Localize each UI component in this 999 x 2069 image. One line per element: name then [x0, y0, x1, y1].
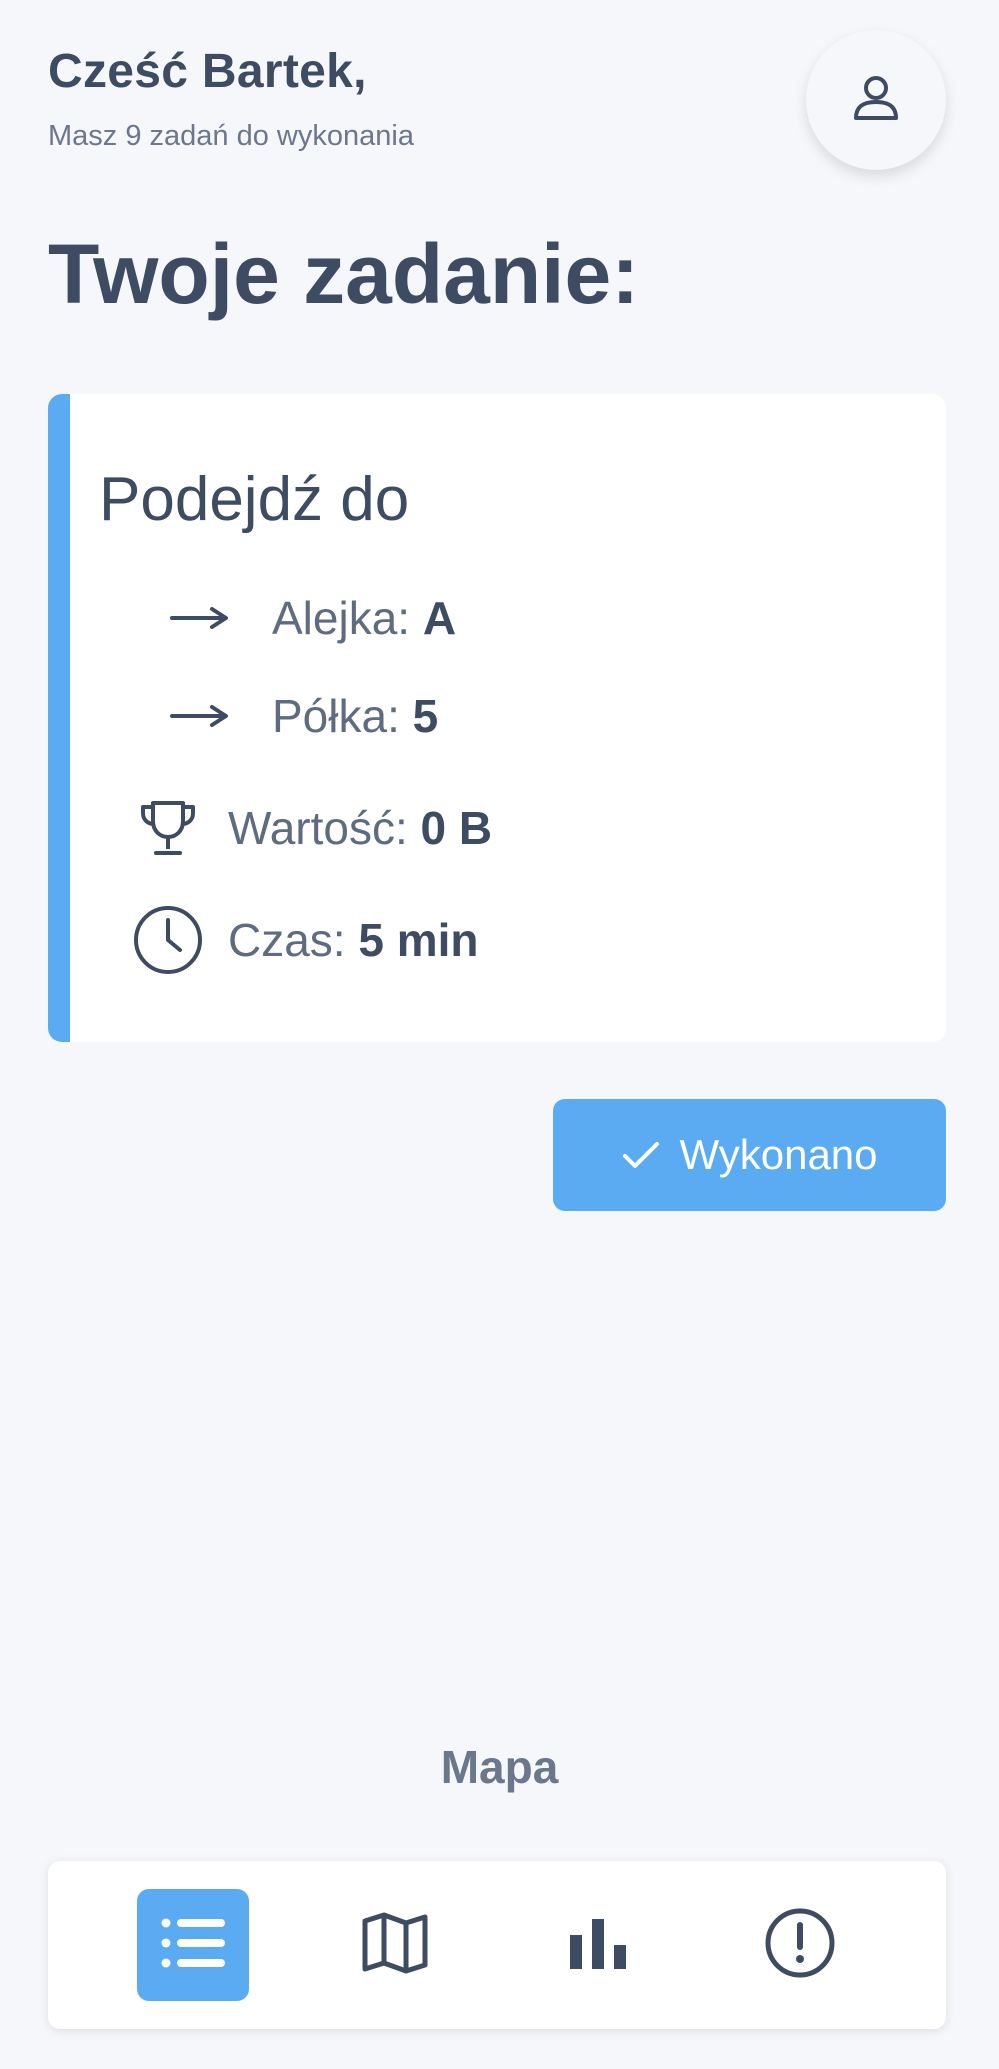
value-value: 0 B	[420, 802, 493, 854]
map-section-label: Mapa	[440, 1741, 559, 1793]
value-label: Wartość:	[228, 802, 408, 854]
nav-alerts[interactable]	[744, 1889, 856, 2001]
aisle-row: Alejka: A	[168, 590, 456, 646]
value-row: Wartość: 0 B	[132, 794, 492, 862]
done-button[interactable]: Wykonano	[553, 1099, 946, 1211]
shelf-row: Półka: 5	[168, 688, 438, 744]
nav-tasks[interactable]	[137, 1889, 249, 2001]
check-icon	[621, 1139, 661, 1171]
arrow-right-icon	[168, 704, 232, 728]
time-value: 5 min	[358, 914, 479, 966]
nav-stats[interactable]	[542, 1889, 654, 2001]
shelf-label: Półka:	[272, 690, 400, 742]
aisle-label: Alejka:	[272, 592, 411, 644]
nav-map[interactable]	[339, 1889, 451, 2001]
tasks-remaining-subtitle: Masz 9 zadań do wykonania	[48, 120, 414, 152]
arrow-right-icon	[168, 606, 232, 630]
aisle-value: A	[422, 592, 457, 644]
clock-icon	[132, 904, 204, 976]
task-heading: Podejdź do	[99, 465, 410, 534]
trophy-icon	[132, 795, 204, 861]
time-label: Czas:	[228, 914, 346, 966]
greeting: Cześć Bartek,	[48, 45, 367, 98]
time-row: Czas: 5 min	[132, 902, 479, 978]
profile-button[interactable]	[806, 30, 946, 170]
bar-chart-icon	[568, 1913, 628, 1978]
task-card: Podejdź do Alejka: A Półka: 5 Wartość: 0…	[48, 394, 946, 1042]
done-button-label: Wykonano	[679, 1131, 878, 1178]
alert-icon	[764, 1907, 836, 1984]
list-icon	[159, 1913, 227, 1978]
page-title: Twoje zadanie:	[48, 227, 640, 321]
user-icon	[850, 72, 902, 129]
bottom-navigation	[48, 1861, 946, 2029]
map-icon	[361, 1911, 429, 1980]
shelf-value: 5	[412, 690, 439, 742]
card-accent-bar	[48, 394, 70, 1042]
